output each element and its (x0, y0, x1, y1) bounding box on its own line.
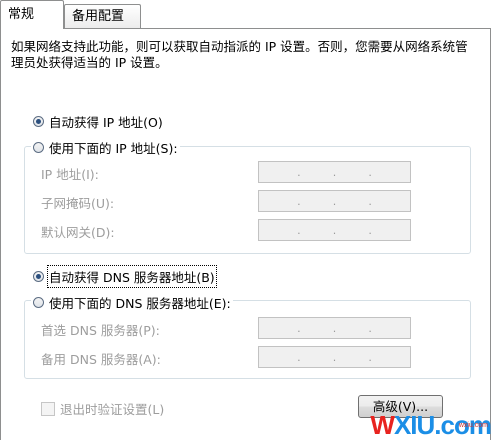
subnet-mask-input[interactable]: ... (258, 190, 411, 212)
watermark-sub: wxiu.com (458, 422, 488, 429)
subnet-mask-label: 子网掩码(U): (41, 196, 115, 211)
default-gateway-label: 默认网关(D): (41, 225, 115, 240)
ip-auto-option[interactable]: 自动获得 IP 地址(O) (33, 112, 163, 131)
preferred-dns-label: 首选 DNS 服务器(P): (41, 323, 160, 338)
description-text: 如果网络支持此功能，则可以获取自动指派的 IP 设置。否则，您需要从网络系统管理… (11, 39, 468, 70)
alternate-dns-input[interactable]: ... (258, 346, 411, 368)
default-gateway-input[interactable]: ... (258, 219, 411, 241)
tab-panel-general: 如果网络支持此功能，则可以获取自动指派的 IP 设置。否则，您需要从网络系统管理… (0, 28, 491, 440)
tab-alternate-config[interactable]: 备用配置 (64, 4, 141, 28)
alternate-dns-label: 备用 DNS 服务器(A): (41, 352, 161, 367)
ip-address-input[interactable]: ... (258, 161, 411, 183)
validate-on-exit-checkbox[interactable] (41, 401, 55, 416)
dns-auto-option[interactable]: 自动获得 DNS 服务器地址(B) (33, 265, 217, 288)
tab-bar: 常规 备用配置 (0, 0, 493, 29)
ip-manual-group: IP 地址(I): ... 子网掩码(U): ... 默认网关(D): ... (24, 146, 471, 254)
watermark-w: W (370, 410, 395, 440)
dns-auto-radio[interactable] (33, 271, 44, 282)
ip-address-label: IP 地址(I): (41, 167, 99, 182)
ip-manual-option[interactable]: 使用下面的 IP 地址(S): (31, 138, 180, 157)
dns-manual-option[interactable]: 使用下面的 DNS 服务器地址(E): (31, 293, 233, 312)
dns-manual-radio[interactable] (33, 297, 44, 308)
preferred-dns-input[interactable]: ... (258, 317, 411, 339)
tab-general[interactable]: 常规 (0, 0, 64, 29)
dns-auto-label: 自动获得 DNS 服务器地址(B) (47, 265, 217, 288)
ip-manual-radio[interactable] (33, 142, 44, 153)
validate-on-exit-option[interactable]: 退出时验证设置(L) (41, 399, 164, 418)
ip-auto-radio[interactable] (33, 116, 44, 127)
ip-auto-label: 自动获得 IP 地址(O) (49, 115, 163, 130)
dns-manual-label: 使用下面的 DNS 服务器地址(E): (49, 296, 231, 311)
ip-manual-label: 使用下面的 IP 地址(S): (49, 141, 178, 156)
watermark-logo: WXIU.com wxiu.com (370, 410, 492, 440)
validate-on-exit-label: 退出时验证设置(L) (60, 402, 165, 417)
